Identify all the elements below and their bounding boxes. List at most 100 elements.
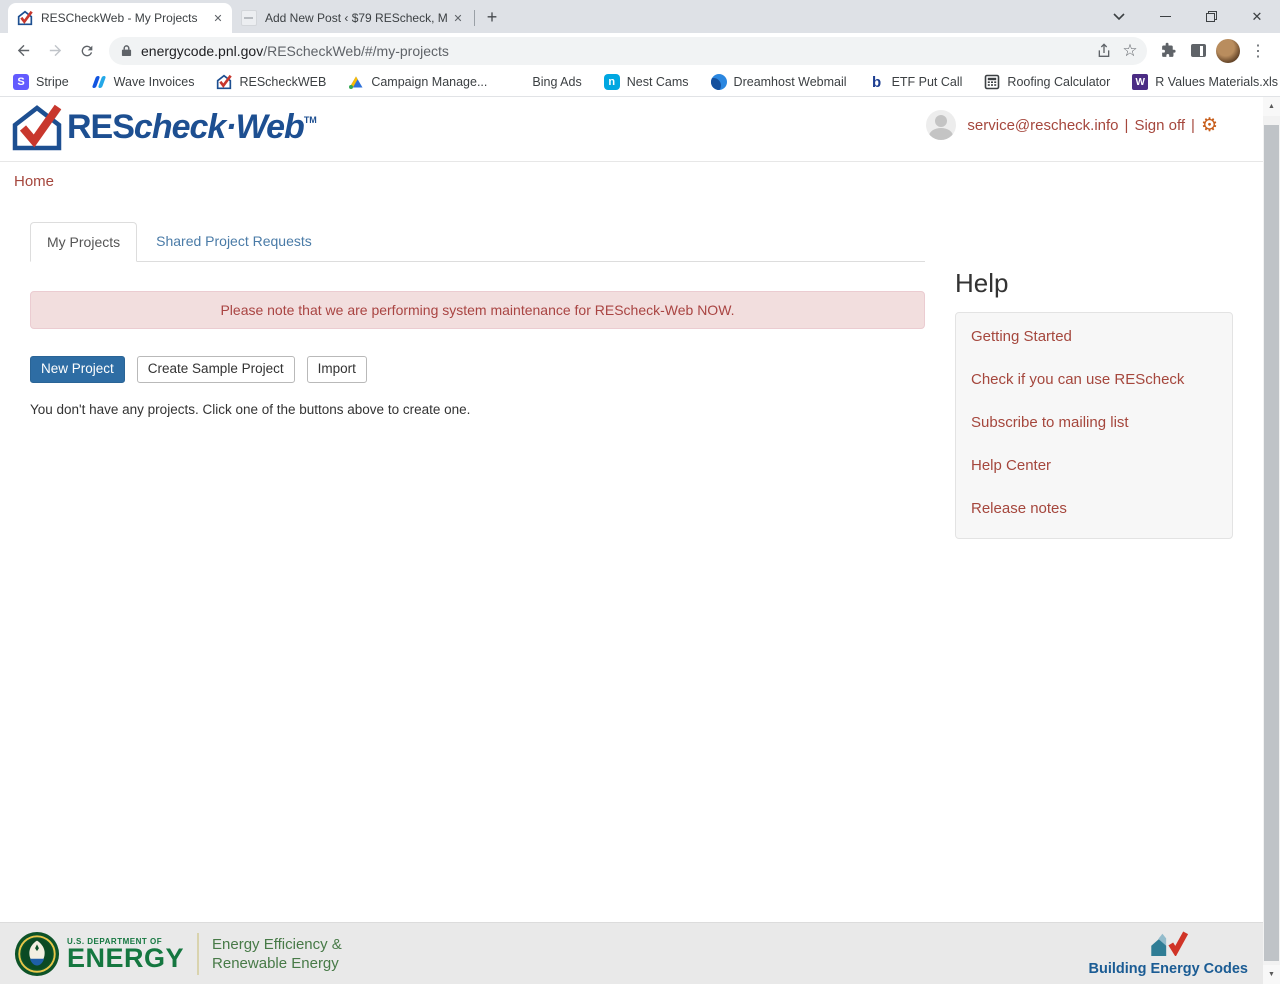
create-sample-project-button[interactable]: Create Sample Project [137,356,295,383]
bookmark-etf-put-call[interactable]: b ETF Put Call [869,74,963,90]
user-avatar [926,110,956,140]
user-area: service@rescheck.info | Sign off | ⚙ [926,110,1218,140]
separator: | [1125,117,1129,134]
lock-icon [121,44,132,57]
bookmarks-bar: S Stripe Wave Invoices REScheckWEB Campa… [0,68,1280,97]
doe-seal-icon [14,931,60,977]
close-icon[interactable]: ✕ [450,10,466,26]
browser-tab-strip: RESCheckWeb - My Projects ✕ Add New Post… [0,0,1280,33]
bookmark-campaign-manager[interactable]: Campaign Manage... [348,74,487,90]
close-window-button[interactable]: ✕ [1234,0,1280,33]
help-panel: Help Getting Started Check if you can us… [955,268,1233,539]
new-project-button[interactable]: New Project [30,356,125,383]
import-button[interactable]: Import [307,356,367,383]
stripe-icon: S [13,74,29,90]
bookmark-label: Nest Cams [627,75,689,89]
profile-avatar[interactable] [1214,37,1242,65]
browser-tab-inactive[interactable]: Add New Post ‹ $79 REScheck, M ✕ [232,3,472,33]
browser-tab-active[interactable]: RESCheckWeb - My Projects ✕ [8,3,232,33]
bookmark-wave-invoices[interactable]: Wave Invoices [91,74,195,90]
help-links-box: Getting Started Check if you can use RES… [955,312,1233,539]
window-controls: ✕ [1096,0,1280,33]
rescheck-house-logo-icon [10,103,64,151]
help-title: Help [955,268,1233,299]
page-favicon-icon [241,10,257,26]
gear-icon[interactable]: ⚙ [1201,116,1218,135]
calculator-icon [984,74,1000,90]
bookmark-stripe[interactable]: S Stripe [13,74,69,90]
bookmark-label: REScheckWEB [239,75,326,89]
tab-my-projects[interactable]: My Projects [30,222,137,262]
browser-tab-title: Add New Post ‹ $79 REScheck, M [265,11,450,25]
logo-tm: TM [304,115,317,125]
bookmark-label: Campaign Manage... [371,75,487,89]
user-email: service@rescheck.info [967,117,1118,134]
bec-label: Building Energy Codes [1088,961,1248,977]
rescheck-web-logo[interactable]: REScheck·WebTM [10,103,317,151]
help-link-subscribe[interactable]: Subscribe to mailing list [971,414,1217,431]
sign-off-link[interactable]: Sign off [1134,117,1185,134]
bookmark-r-values[interactable]: W R Values Materials.xls [1132,74,1278,90]
tab-search-icon[interactable] [1096,0,1142,33]
maintenance-alert: Please note that we are performing syste… [30,291,925,329]
url-domain: energycode.pnl.gov [141,43,263,59]
breadcrumb-home-link[interactable]: Home [14,173,1280,190]
bookmark-star-icon[interactable]: ☆ [1117,38,1143,64]
google-ads-icon [348,74,364,90]
close-icon[interactable]: ✕ [210,10,226,26]
tab-separator [474,10,475,26]
bookmark-roofing-calculator[interactable]: Roofing Calculator [984,74,1110,90]
minimize-button[interactable] [1142,0,1188,33]
reload-button[interactable] [73,37,101,65]
side-panel-glyph [1191,44,1206,57]
share-icon[interactable] [1091,38,1117,64]
site-header: REScheck·WebTM service@rescheck.info | S… [0,97,1280,162]
avatar-photo [1216,39,1240,63]
dreamhost-icon [711,74,727,90]
doe-logo[interactable]: U.S. DEPARTMENT OF ENERGY [14,931,184,977]
bookmark-rescheckweb[interactable]: REScheckWEB [216,74,326,90]
scroll-down-icon[interactable]: ▼ [1263,965,1280,984]
bookmark-nest-cams[interactable]: n Nest Cams [604,74,689,90]
toolbar-right: ⋮ [1153,37,1273,65]
logo-web: ·Web [225,108,303,146]
rescheck-house-icon [216,74,232,90]
logo-check: check [134,108,225,146]
logo-text: REScheck·WebTM [67,108,317,147]
eere-line1: Energy Efficiency & [212,935,342,954]
scroll-up-icon[interactable]: ▲ [1263,97,1280,116]
doe-text: U.S. DEPARTMENT OF ENERGY [67,937,184,970]
word-doc-icon: W [1132,74,1148,90]
extensions-puzzle-icon[interactable] [1154,37,1182,65]
tab-shared-project-requests[interactable]: Shared Project Requests [140,222,328,261]
overflow-menu-icon[interactable]: ⋮ [1244,37,1272,65]
page-scrollbar[interactable]: ▲ ▼ [1263,97,1280,984]
help-link-check-use[interactable]: Check if you can use REScheck [971,371,1217,388]
main-column: My Projects Shared Project Requests Plea… [30,222,925,417]
restore-button[interactable] [1188,0,1234,33]
help-link-release-notes[interactable]: Release notes [971,500,1217,517]
new-tab-button[interactable]: + [479,4,505,30]
content-tabs: My Projects Shared Project Requests [30,222,925,262]
bookmark-bing-ads[interactable]: Bing Ads [509,74,581,90]
browser-toolbar: energycode.pnl.gov/REScheckWeb/#/my-proj… [0,33,1280,68]
page-footer: U.S. DEPARTMENT OF ENERGY Energy Efficie… [0,922,1280,984]
page-content: REScheck·WebTM service@rescheck.info | S… [0,97,1280,984]
scrollbar-thumb[interactable] [1264,125,1279,961]
building-energy-codes-logo[interactable]: Building Energy Codes [1088,930,1248,977]
bookmark-dreamhost-webmail[interactable]: Dreamhost Webmail [711,74,847,90]
forward-button[interactable] [41,37,69,65]
doe-energy-label: ENERGY [67,946,184,970]
side-panel-icon[interactable] [1184,37,1212,65]
empty-projects-message: You don't have any projects. Click one o… [30,402,925,417]
help-link-help-center[interactable]: Help Center [971,457,1217,474]
bookmark-label: R Values Materials.xls [1155,75,1278,89]
eere-line2: Renewable Energy [212,954,342,973]
footer-divider [197,933,199,975]
etf-icon: b [869,74,885,90]
help-link-getting-started[interactable]: Getting Started [971,328,1217,345]
back-button[interactable] [9,37,37,65]
address-bar[interactable]: energycode.pnl.gov/REScheckWeb/#/my-proj… [109,37,1147,65]
restore-icon [1206,11,1217,22]
url-text: energycode.pnl.gov/REScheckWeb/#/my-proj… [141,43,1091,59]
